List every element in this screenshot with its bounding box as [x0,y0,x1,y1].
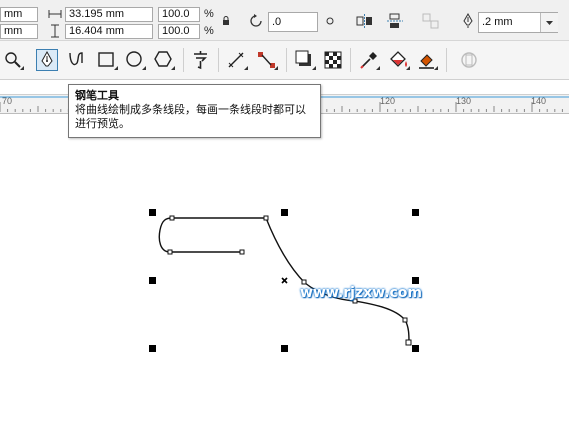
interactive-fill-tool[interactable] [388,49,410,71]
center-marker-icon [281,277,288,284]
selection-handle [412,277,419,284]
path-node [239,249,245,255]
selection-handle [149,277,156,284]
x-position-field[interactable]: mm [0,7,38,22]
canvas-drawing [149,209,419,352]
checkerboard-icon [324,51,342,69]
path-node [301,279,307,285]
height-field[interactable]: 16.404 mm [65,24,153,39]
drawing-canvas[interactable]: www.rjzxw.com [0,113,569,445]
curve-path-2 [265,217,410,344]
tooltip-body: 将曲线绘制成多条线段，每画一条线段时都可以进行预览。 [75,103,306,130]
toolbar-separator [446,48,447,72]
smart-fill-tool[interactable] [416,49,438,71]
zoom-tool[interactable] [2,49,24,71]
disabled-tool [458,49,480,71]
rectangle-tool[interactable] [96,49,118,71]
pen-tool[interactable] [36,49,58,71]
toolbar-separator [218,48,219,72]
disabled-circle-icon [461,52,477,68]
tooltip: 钢笔工具 将曲线绘制成多条线段，每画一条线段时都可以进行预览。 [68,84,321,138]
width-icon [48,9,62,22]
rotation-icon [248,13,264,32]
text-tool[interactable] [190,49,212,71]
tooltip-title: 钢笔工具 [75,89,119,102]
chevron-down-icon[interactable] [540,13,558,32]
ruler-label: 120 [380,96,396,106]
pen-nib-outline-icon [462,12,474,32]
mirror-horizontal-icon[interactable] [356,13,374,32]
rotation-field[interactable]: .0 [268,12,318,32]
mirror-vertical-icon[interactable] [386,13,404,32]
lock-ratio-icon[interactable] [222,16,230,29]
bezier-tool[interactable] [66,49,88,71]
polygon-tool[interactable] [153,49,175,71]
dimension-tool[interactable] [226,49,248,71]
eyedropper-tool[interactable] [358,49,380,71]
percent-label-y: % [204,25,214,37]
scale-y-field[interactable]: 100.0 [158,24,200,39]
height-icon [50,24,60,41]
pen-nib-icon [41,50,53,67]
curve-path-1 [158,217,266,253]
selection-handle [149,345,156,352]
path-node [263,215,269,221]
transparency-tool[interactable] [322,49,344,71]
ruler-label: 140 [531,96,547,106]
selection-handle [412,345,419,352]
text-char-icon [194,51,207,70]
toolbox [0,41,569,80]
selection-handle [281,345,288,352]
width-field[interactable]: 33.195 mm [65,7,153,22]
connector-tool[interactable] [256,49,278,71]
ellipse-tool[interactable] [124,49,146,71]
toolbar-separator [350,48,351,72]
degree-icon [326,15,334,28]
path-node [169,215,175,221]
convert-to-curves-icon[interactable] [422,13,440,32]
ruler-label: 70 [2,96,13,106]
curve-icon [69,52,83,66]
toolbar-separator [183,48,184,72]
property-bar: mm mm 33.195 mm 16.404 mm 100.0 100.0 % … [0,0,569,41]
outline-width-value: .2 mm [482,16,513,28]
selection-handle [281,209,288,216]
toolbar-separator [286,48,287,72]
scale-x-field[interactable]: 100.0 [158,7,200,22]
path-node [402,317,408,323]
ruler-label: 130 [456,96,472,106]
path-node [167,249,173,255]
drop-shadow-tool[interactable] [294,49,316,71]
percent-label-x: % [204,8,214,20]
y-position-field[interactable]: mm [0,24,38,39]
selection-handle [149,209,156,216]
selection-handle [412,209,419,216]
path-node-end [405,339,412,346]
watermark: www.rjzxw.com [300,285,422,301]
